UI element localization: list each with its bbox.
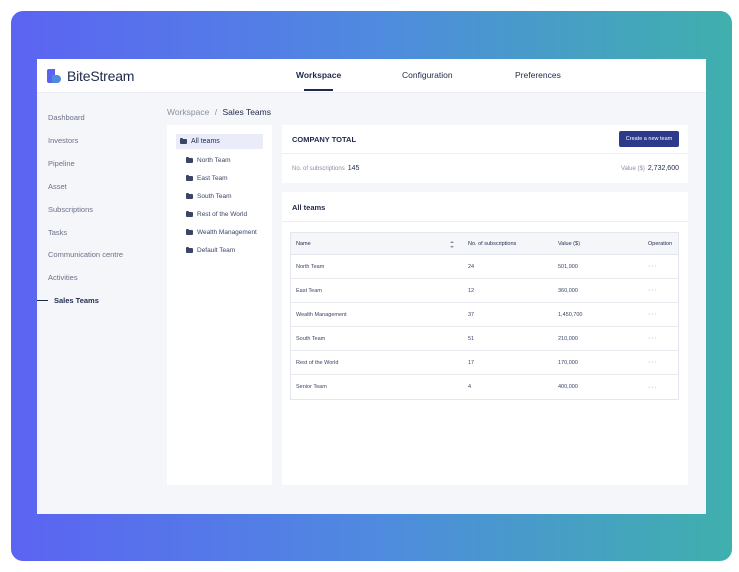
- tree-item-label: Rest of the World: [197, 211, 248, 218]
- subscriptions-cell: 12: [468, 287, 475, 294]
- tree-item-north-team[interactable]: North Team: [186, 157, 230, 164]
- more-options-icon[interactable]: ···: [648, 255, 658, 278]
- sidebar-item-investors[interactable]: Investors: [48, 136, 78, 145]
- team-name-cell: South Team: [296, 335, 326, 342]
- tab-preferences[interactable]: Preferences: [515, 70, 561, 80]
- team-name-cell: Rest of the World: [296, 359, 339, 366]
- sidebar-item-sales-teams[interactable]: Sales Teams: [54, 296, 99, 305]
- subscriptions-value: 145: [347, 165, 360, 172]
- sidebar-item-subscriptions[interactable]: Subscriptions: [48, 205, 93, 214]
- sidebar-item-communication-centre[interactable]: Communication centre: [48, 250, 123, 259]
- sidebar-item-dashboard[interactable]: Dashboard: [48, 113, 85, 122]
- tree-item-label: Wealth Management: [197, 229, 257, 236]
- column-header-name[interactable]: Name: [296, 233, 311, 254]
- tree-item-label: North Team: [197, 157, 231, 164]
- table-row[interactable]: Senior Team 4 400,000 ···: [291, 375, 678, 399]
- more-options-icon[interactable]: ···: [648, 303, 658, 326]
- sidebar-item-pipeline[interactable]: Pipeline: [48, 159, 75, 168]
- sidebar: Dashboard Investors Pipeline Asset Subsc…: [37, 93, 157, 514]
- sidebar-item-asset[interactable]: Asset: [48, 182, 67, 191]
- company-total-card: COMPANY TOTAL Create a new team No. of s…: [282, 125, 688, 183]
- tab-configuration[interactable]: Configuration: [402, 70, 453, 80]
- subscriptions-cell: 37: [468, 311, 475, 318]
- all-teams-title: All teams: [292, 203, 326, 212]
- team-name-cell: Wealth Management: [296, 311, 347, 318]
- subscriptions-cell: 4: [468, 384, 472, 390]
- subscriptions-cell: 24: [468, 263, 475, 270]
- company-total-title: COMPANY TOTAL: [292, 135, 357, 144]
- breadcrumb-root[interactable]: Workspace: [167, 107, 209, 117]
- more-options-icon[interactable]: ···: [648, 327, 658, 350]
- team-name-cell: East Team: [296, 287, 322, 294]
- value-label: Value ($): [620, 166, 645, 172]
- subscriptions-stat: No. of subscriptions 145: [292, 165, 359, 172]
- divider: [282, 153, 688, 154]
- table-header: Name No. of subscriptions Value ($) Oper…: [291, 233, 678, 255]
- tree-item-label: All teams: [191, 138, 220, 145]
- more-options-icon[interactable]: ···: [648, 279, 658, 302]
- tree-item-label: Default Team: [197, 247, 236, 254]
- value-cell: 501,900: [558, 263, 578, 270]
- value-amount: 2,732,600: [647, 165, 679, 172]
- value-cell: 1,450,700: [558, 311, 583, 318]
- folder-icon: [186, 229, 193, 235]
- logo-icon: [47, 69, 61, 83]
- sidebar-item-activities[interactable]: Activities: [48, 273, 78, 282]
- table-row[interactable]: Wealth Management 37 1,450,700 ···: [291, 303, 678, 327]
- tree-item-default-team[interactable]: Default Team: [186, 247, 235, 254]
- tree-item-east-team[interactable]: East Team: [186, 175, 228, 182]
- team-name-cell: North Team: [296, 263, 325, 270]
- breadcrumb: Workspace / Sales Teams: [167, 107, 271, 117]
- tree-item-south-team[interactable]: South Team: [186, 193, 232, 200]
- value-stat: Value ($) 2,732,600: [621, 165, 679, 172]
- team-name-cell: Senior Team: [296, 384, 327, 390]
- value-cell: 170,000: [558, 359, 578, 366]
- table-body: North Team 24 501,900 ··· East Team 12 360,000…: [291, 255, 678, 399]
- team-tree: All teams North Team East Team South Tea…: [167, 125, 272, 485]
- brand-logo[interactable]: BiteStream: [47, 68, 134, 84]
- subscriptions-cell: 51: [468, 335, 475, 342]
- create-team-button[interactable]: Create a new team: [619, 131, 679, 147]
- tab-workspace[interactable]: Workspace: [296, 70, 341, 91]
- folder-icon: [186, 247, 193, 253]
- tree-item-label: East Team: [197, 175, 228, 182]
- top-bar: BiteStream Workspace Configuration Prefe…: [37, 59, 706, 93]
- sidebar-item-tasks[interactable]: Tasks: [48, 228, 67, 237]
- subscriptions-cell: 17: [468, 359, 475, 366]
- column-header-value[interactable]: Value ($): [558, 233, 580, 254]
- breadcrumb-current: Sales Teams: [222, 107, 271, 117]
- tree-item-label: South Team: [197, 193, 232, 200]
- table-row[interactable]: Rest of the World 17 170,000 ···: [291, 351, 678, 375]
- column-header-operation: Operation: [648, 240, 673, 247]
- value-cell: 360,000: [558, 287, 578, 294]
- teams-table: Name No. of subscriptions Value ($) Oper…: [290, 232, 679, 400]
- folder-icon: [186, 211, 193, 217]
- folder-icon: [186, 175, 193, 181]
- table-row[interactable]: North Team 24 501,900 ···: [291, 255, 678, 279]
- table-row[interactable]: East Team 12 360,000 ···: [291, 279, 678, 303]
- more-options-icon[interactable]: ···: [648, 375, 658, 399]
- tree-item-wealth-management[interactable]: Wealth Management: [186, 229, 257, 236]
- all-teams-card: All teams Name No. of subscriptions Valu…: [282, 192, 688, 485]
- brand-name: BiteStream: [67, 68, 135, 84]
- sort-icon[interactable]: [450, 241, 454, 248]
- value-cell: 210,000: [558, 335, 578, 342]
- folder-icon: [186, 157, 193, 163]
- more-options-icon[interactable]: ···: [648, 351, 658, 374]
- app-window: BiteStream Workspace Configuration Prefe…: [37, 59, 706, 514]
- active-indicator: [37, 300, 48, 301]
- folder-icon: [186, 193, 193, 199]
- tree-item-rest-of-the-world[interactable]: Rest of the World: [186, 211, 247, 218]
- table-row[interactable]: South Team 51 210,000 ···: [291, 327, 678, 351]
- breadcrumb-separator: /: [214, 107, 218, 117]
- subscriptions-label: No. of subscriptions: [292, 166, 345, 172]
- tree-item-all-teams[interactable]: All teams: [176, 134, 263, 149]
- value-cell: 400,000: [558, 384, 578, 390]
- folder-open-icon: [180, 138, 187, 144]
- divider: [282, 221, 688, 222]
- column-header-subscriptions[interactable]: No. of subscriptions: [468, 233, 516, 254]
